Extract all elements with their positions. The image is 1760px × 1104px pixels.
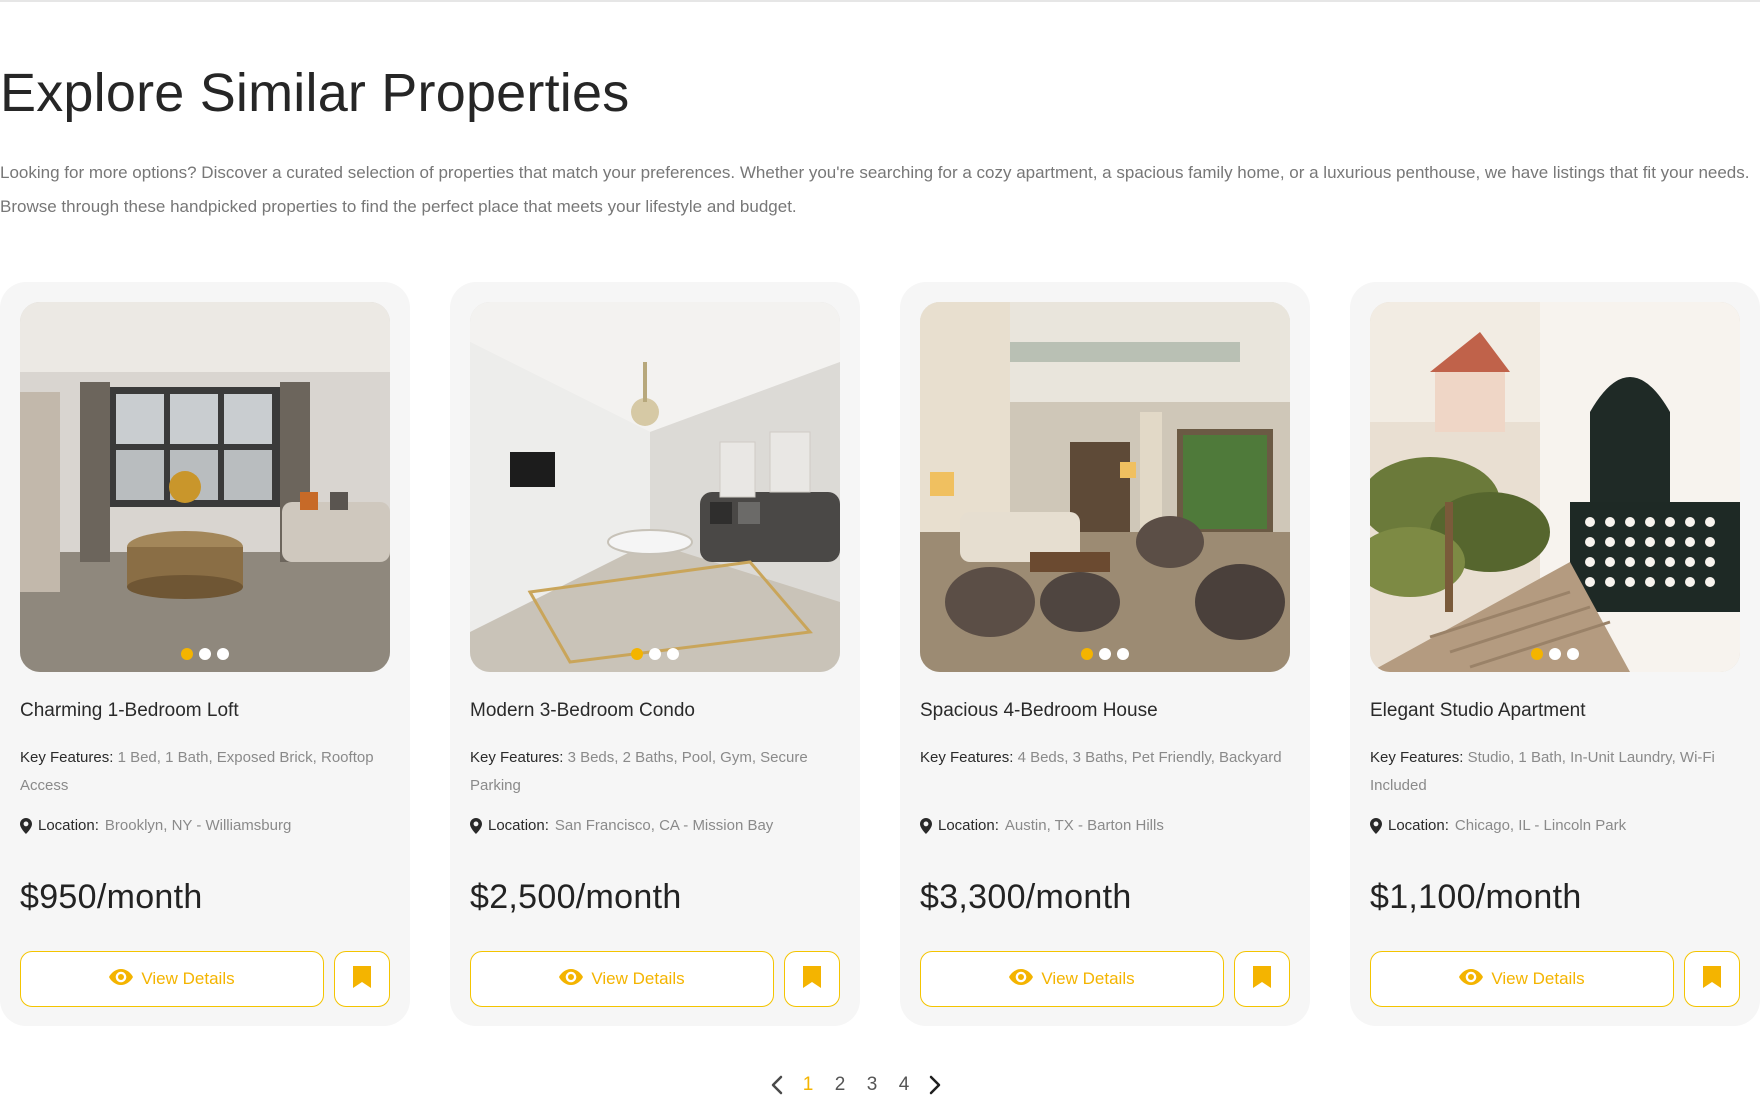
location-label: Location: — [938, 817, 999, 834]
pagination: 1 2 3 4 — [770, 1074, 942, 1096]
carousel-dot[interactable] — [649, 648, 661, 660]
view-details-label: View Details — [1041, 969, 1135, 988]
carousel-dot[interactable] — [1099, 648, 1111, 660]
eye-icon — [1459, 968, 1484, 990]
eye-icon — [1009, 968, 1034, 990]
carousel-dots — [920, 648, 1290, 660]
chevron-right-icon[interactable] — [928, 1075, 942, 1095]
property-card: Charming 1-Bedroom Loft Key Features: 1 … — [0, 282, 410, 1026]
property-location: Location: Austin, TX - Barton Hills — [920, 812, 1290, 840]
property-features: Key Features: Studio, 1 Bath, In-Unit La… — [1370, 744, 1740, 800]
property-title[interactable]: Spacious 4-Bedroom House — [920, 700, 1158, 722]
property-title[interactable]: Elegant Studio Apartment — [1370, 700, 1585, 722]
view-details-button[interactable]: View Details — [470, 951, 774, 1007]
carousel-dot[interactable] — [1117, 648, 1129, 660]
carousel-dots — [1370, 648, 1740, 660]
property-card: Modern 3-Bedroom Condo Key Features: 3 B… — [450, 282, 860, 1026]
carousel-dot[interactable] — [1549, 648, 1561, 660]
page-link[interactable]: 3 — [864, 1074, 880, 1096]
carousel-dots — [470, 648, 840, 660]
location-value: Austin, TX - Barton Hills — [1004, 817, 1164, 834]
bookmark-icon — [353, 965, 371, 993]
location-pin-icon — [1370, 818, 1382, 834]
bookmark-button[interactable] — [1684, 951, 1740, 1007]
carousel-dot[interactable] — [1567, 648, 1579, 660]
location-value: San Francisco, CA - Mission Bay — [554, 817, 774, 834]
similar-properties-section: Explore Similar Properties Looking for m… — [0, 0, 1760, 1104]
carousel-dot[interactable] — [217, 648, 229, 660]
location-label: Location: — [1388, 817, 1449, 834]
property-location: Location: San Francisco, CA - Mission Ba… — [470, 812, 840, 840]
section-title: Explore Similar Properties — [0, 63, 630, 123]
carousel-dot[interactable] — [199, 648, 211, 660]
bookmark-icon — [1253, 965, 1271, 993]
location-label: Location: — [488, 817, 549, 834]
property-card: Spacious 4-Bedroom House Key Features: 4… — [900, 282, 1310, 1026]
bookmark-button[interactable] — [334, 951, 390, 1007]
carousel-dot[interactable] — [631, 648, 643, 660]
property-title[interactable]: Charming 1-Bedroom Loft — [20, 700, 239, 722]
location-pin-icon — [920, 818, 932, 834]
features-label: Key Features: — [20, 749, 114, 766]
eye-icon — [559, 968, 584, 990]
property-location: Location: Brooklyn, NY - Williamsburg — [20, 812, 390, 840]
view-details-button[interactable]: View Details — [20, 951, 324, 1007]
view-details-button[interactable]: View Details — [1370, 951, 1674, 1007]
property-card: Elegant Studio Apartment Key Features: S… — [1350, 282, 1760, 1026]
bookmark-icon — [1703, 965, 1721, 993]
carousel-dots — [20, 648, 390, 660]
view-details-label: View Details — [1491, 969, 1585, 988]
section-description: Looking for more options? Discover a cur… — [0, 163, 1750, 216]
property-price: $3,300/month — [920, 878, 1132, 916]
property-location: Location: Chicago, IL - Lincoln Park — [1370, 812, 1740, 840]
bookmark-button[interactable] — [784, 951, 840, 1007]
features-label: Key Features: — [920, 749, 1014, 766]
property-price: $1,100/month — [1370, 878, 1582, 916]
location-label: Location: — [38, 817, 99, 834]
property-features: Key Features: 1 Bed, 1 Bath, Exposed Bri… — [20, 744, 390, 800]
property-photo[interactable] — [470, 302, 840, 672]
property-cards: Charming 1-Bedroom Loft Key Features: 1 … — [0, 282, 1760, 1026]
page-link[interactable]: 2 — [832, 1074, 848, 1096]
property-price: $950/month — [20, 878, 203, 916]
location-value: Brooklyn, NY - Williamsburg — [104, 817, 292, 834]
property-title[interactable]: Modern 3-Bedroom Condo — [470, 700, 695, 722]
view-details-label: View Details — [141, 969, 235, 988]
property-photo[interactable] — [920, 302, 1290, 672]
view-details-label: View Details — [591, 969, 685, 988]
location-pin-icon — [470, 818, 482, 834]
page-link[interactable]: 1 — [800, 1074, 816, 1096]
carousel-dot[interactable] — [1531, 648, 1543, 660]
location-pin-icon — [20, 818, 32, 834]
bookmark-icon — [803, 965, 821, 993]
features-label: Key Features: — [470, 749, 564, 766]
property-price: $2,500/month — [470, 878, 682, 916]
property-photo[interactable] — [20, 302, 390, 672]
property-features: Key Features: 3 Beds, 2 Baths, Pool, Gym… — [470, 744, 840, 800]
carousel-dot[interactable] — [181, 648, 193, 660]
view-details-button[interactable]: View Details — [920, 951, 1224, 1007]
eye-icon — [109, 968, 134, 990]
features-value: 4 Beds, 3 Baths, Pet Friendly, Backyard — [1017, 749, 1282, 766]
property-features: Key Features: 4 Beds, 3 Baths, Pet Frien… — [920, 744, 1290, 772]
features-label: Key Features: — [1370, 749, 1464, 766]
location-value: Chicago, IL - Lincoln Park — [1454, 817, 1627, 834]
chevron-left-icon[interactable] — [770, 1075, 784, 1095]
page-link[interactable]: 4 — [896, 1074, 912, 1096]
carousel-dot[interactable] — [1081, 648, 1093, 660]
property-photo[interactable] — [1370, 302, 1740, 672]
carousel-dot[interactable] — [667, 648, 679, 660]
bookmark-button[interactable] — [1234, 951, 1290, 1007]
